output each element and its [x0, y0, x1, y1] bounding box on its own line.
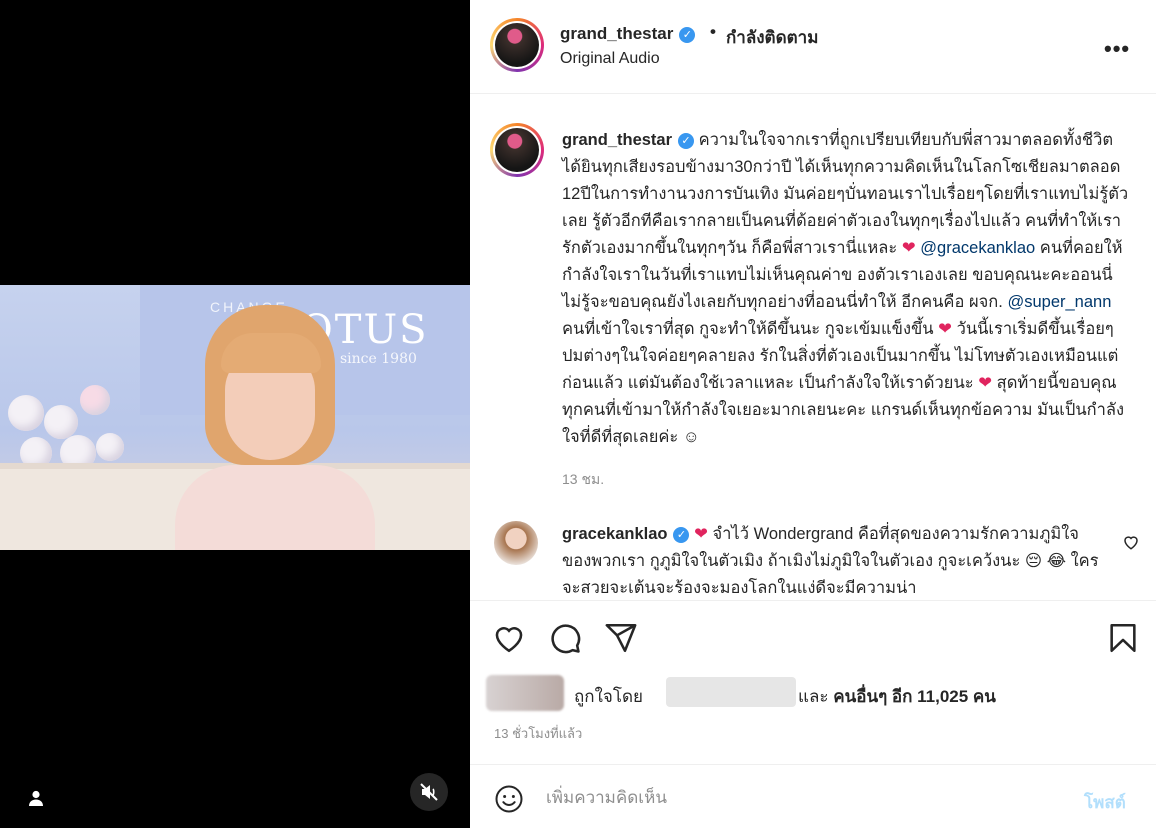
liked-others[interactable]: และ คนอื่นๆ อีก 11,025 คน — [798, 683, 996, 710]
following-button[interactable]: กำลังติดตาม — [726, 24, 818, 51]
comment-like-heart-icon[interactable] — [1122, 533, 1140, 551]
original-audio-link[interactable]: Original Audio — [560, 50, 660, 68]
separator-dot: • — [710, 22, 716, 41]
comment-icon[interactable] — [548, 621, 582, 655]
likes-summary: ถูกใจโดย และ คนอื่นๆ อีก 11,025 คน — [486, 675, 1146, 715]
laughing-emoji: 😂 — [1046, 552, 1066, 570]
action-bar: ถูกใจโดย และ คนอื่นๆ อีก 11,025 คน 13 ชั… — [470, 600, 1156, 764]
caption-author-avatar[interactable] — [490, 123, 544, 177]
author-username[interactable]: grand_thestar ✓ — [560, 24, 696, 44]
caption-username[interactable]: grand_thestar — [562, 131, 672, 149]
mention-link[interactable]: @gracekanklao — [920, 239, 1035, 257]
more-options-icon[interactable]: ••• — [1104, 36, 1130, 62]
author-avatar[interactable] — [490, 18, 544, 72]
verified-badge-icon: ✓ — [678, 133, 695, 149]
add-comment-bar: โพสต์ — [470, 764, 1156, 828]
commenter-username[interactable]: gracekanklao — [562, 525, 667, 543]
red-heart-emoji: ❤ — [901, 239, 916, 257]
share-icon[interactable] — [604, 621, 638, 655]
red-heart-emoji: ❤ — [938, 320, 952, 338]
smiling-emoji: ☺ — [682, 428, 700, 446]
comment: gracekanklao ✓ ❤ จำไว้ Wondergrand คือที่… — [562, 521, 1108, 600]
liker-avatars[interactable] — [486, 675, 564, 711]
person-figure — [175, 305, 375, 550]
liker-name-redacted[interactable] — [666, 677, 796, 707]
mention-link[interactable]: @super_nann — [1007, 293, 1111, 311]
caption-text-part: คนที่เข้าใจเราที่สุด กูจะทำให้ดีขึ้นนะ ก… — [562, 320, 934, 338]
pensive-emoji: 😔 — [1024, 552, 1043, 570]
video-player[interactable]: CHANGE OTUS since 1980 — [0, 285, 470, 550]
post-button[interactable]: โพสต์ — [1084, 789, 1126, 816]
commenter-avatar[interactable] — [494, 521, 538, 565]
comment-input[interactable] — [546, 783, 1066, 813]
post-side-panel: grand_thestar ✓ • กำลังติดตาม Original Au… — [470, 0, 1156, 828]
red-heart-emoji: ❤ — [694, 525, 708, 543]
post-timestamp[interactable]: 13 ชั่วโมงที่แล้ว — [494, 723, 582, 744]
caption: grand_thestar ✓ ความในใจจากเราที่ถูกเปรีย… — [562, 127, 1136, 451]
verified-badge-icon: ✓ — [673, 527, 690, 543]
emoji-icon[interactable] — [494, 784, 524, 814]
media-pane: CHANGE OTUS since 1980 — [0, 0, 470, 828]
user-tag-icon[interactable] — [24, 786, 48, 810]
comments-scroll-area[interactable]: grand_thestar ✓ ความในใจจากเราที่ถูกเปรีย… — [470, 95, 1156, 600]
verified-badge-icon: ✓ — [679, 27, 696, 43]
bookmark-icon[interactable] — [1106, 621, 1140, 655]
red-heart-emoji: ❤ — [978, 374, 993, 392]
liked-by-label: ถูกใจโดย — [574, 687, 643, 706]
heart-icon[interactable] — [492, 621, 526, 655]
post-header: grand_thestar ✓ • กำลังติดตาม Original Au… — [470, 0, 1156, 94]
caption-timestamp[interactable]: 13 ชม. — [562, 469, 604, 491]
muted-speaker-icon[interactable] — [410, 773, 448, 811]
